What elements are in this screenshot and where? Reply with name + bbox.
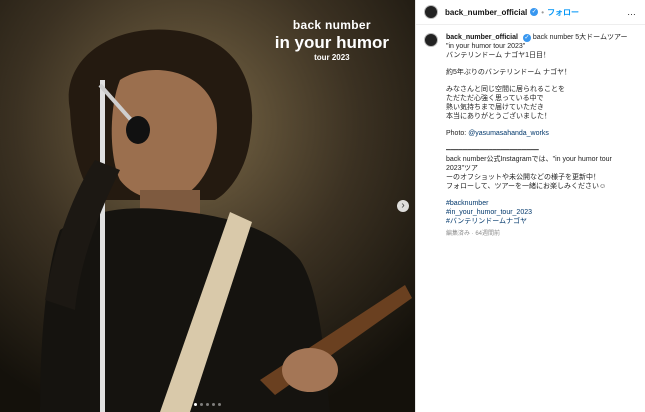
overlay-line-1: back number	[292, 18, 371, 32]
username-link[interactable]: back_number_official	[445, 8, 527, 17]
hashtag-link[interactable]: #バンテリンドームナゴヤ	[446, 217, 637, 226]
photo-credit-link[interactable]: @yasumasahanda_works	[468, 130, 549, 137]
instagram-post: back number in your humor tour 2023 › ba…	[0, 0, 645, 412]
hashtag-link[interactable]: #in_your_humor_tour_2023	[446, 208, 637, 217]
caption-text: 本当にありがとうございました！	[446, 113, 551, 120]
carousel-dot	[200, 403, 203, 406]
caption-divider: ━━━━━━━━━━━━━━━━━━━━━━	[446, 147, 539, 154]
caption-text: みなさんと同じ空間に居られることを	[446, 86, 565, 93]
caption-text: ーのオフショットや未公開などの様子を更新中！	[446, 174, 600, 181]
caption-text: back number 5大ドームツアー	[532, 34, 628, 41]
caption: back_number_official ✓ back number 5大ドーム…	[416, 25, 645, 245]
caption-text: 熱い気持ちまで届けていただき	[446, 104, 544, 111]
caption-username[interactable]: back_number_official	[446, 34, 518, 41]
caption-text: バンテリンドーム ナゴヤ1日目！	[446, 52, 550, 59]
verified-badge-icon: ✓	[530, 8, 539, 16]
caption-text: "in your humor tour 2023"	[446, 43, 526, 50]
hashtag-link[interactable]: #backnumber	[446, 199, 637, 208]
overlay-line-3: tour 2023	[314, 53, 350, 62]
more-options-icon[interactable]: …	[627, 7, 637, 17]
overlay-line-2: in your humor	[274, 33, 389, 52]
tour-logo-overlay: back number in your humor tour 2023	[275, 18, 389, 62]
caption-text: back number公式Instagramでは、"in your humor …	[446, 156, 612, 172]
follow-button[interactable]: フォロー	[547, 7, 579, 18]
caption-body: back_number_official ✓ back number 5大ドーム…	[446, 33, 637, 245]
caption-avatar[interactable]	[424, 33, 438, 47]
post-meta: 編集済み · 64週間前	[446, 231, 501, 237]
caption-text: 約5年ぶりのバンテリンドーム ナゴヤ！	[446, 69, 571, 76]
post-header: back_number_official ✓ • フォロー …	[416, 0, 645, 25]
avatar[interactable]	[424, 5, 438, 19]
carousel-dot	[206, 403, 209, 406]
caption-text: ただただ心強く思っている中で	[446, 95, 544, 102]
carousel-next-button[interactable]: ›	[397, 200, 409, 212]
carousel-dot	[212, 403, 215, 406]
carousel-indicator	[0, 403, 415, 406]
post-sidebar: back_number_official ✓ • フォロー … back_num…	[415, 0, 645, 412]
carousel-dot	[194, 403, 197, 406]
carousel-dot	[218, 403, 221, 406]
caption-text: フォローして、ツアーを一緒にお楽しみください☺	[446, 183, 607, 190]
post-media[interactable]: back number in your humor tour 2023 ›	[0, 0, 415, 412]
verified-badge-icon: ✓	[522, 34, 531, 42]
separator: •	[541, 7, 545, 17]
photo-credit-label: Photo:	[446, 130, 469, 137]
